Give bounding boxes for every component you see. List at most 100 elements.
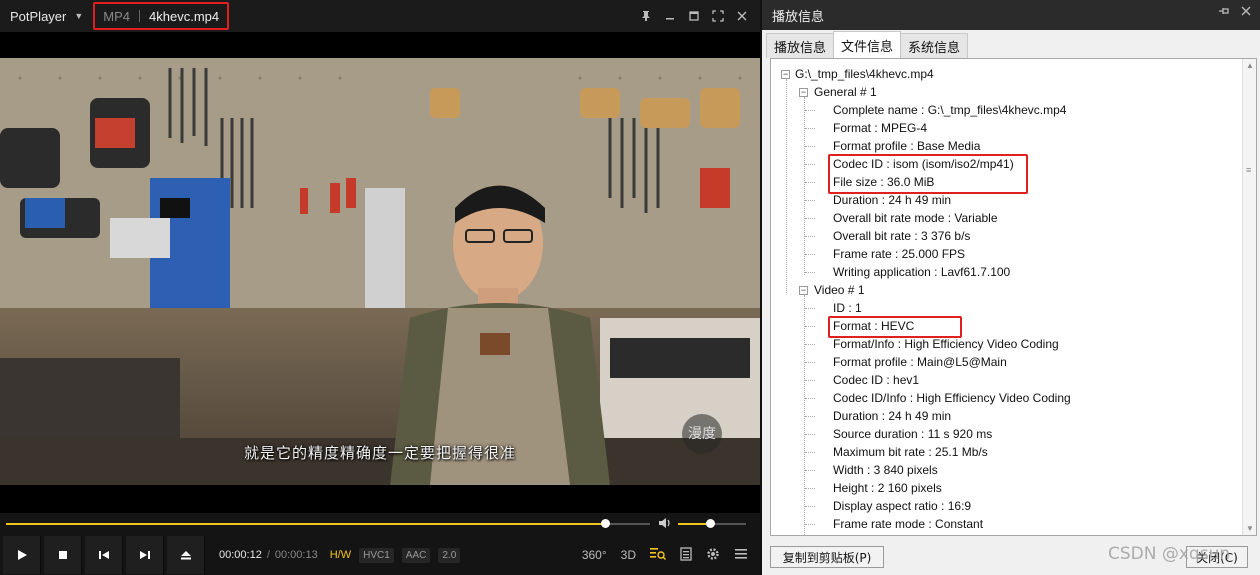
- play-icon: [17, 550, 27, 560]
- next-button[interactable]: [126, 536, 164, 574]
- control-bar: 00:00:12 / 00:00:13 H/W HVC1 AAC 2.0 360…: [0, 535, 760, 575]
- tree-item-label: Frame rate : 25.000 FPS: [833, 247, 966, 261]
- tree-item[interactable]: Frame rate : 25.000 FPS: [771, 245, 1241, 263]
- time-separator: /: [266, 549, 270, 561]
- tree-item-label: Overall bit rate mode : Variable: [833, 211, 998, 225]
- scroll-up-icon[interactable]: ▲: [1246, 61, 1254, 70]
- tree-item[interactable]: Source duration : 11 s 920 ms: [771, 425, 1241, 443]
- audio-codec-tag[interactable]: AAC: [401, 547, 431, 563]
- tree-item-label: Format profile : Main@L5@Main: [833, 355, 1007, 369]
- chevron-down-icon[interactable]: ▼: [74, 11, 83, 21]
- tree-root[interactable]: − G:\_tmp_files\4khevc.mp4: [771, 65, 1241, 83]
- tab-system-info[interactable]: 系统信息: [900, 33, 969, 58]
- tree-item-label: Display aspect ratio : 16:9: [833, 499, 972, 513]
- collapse-icon[interactable]: −: [781, 70, 790, 79]
- tab-playback-info[interactable]: 播放信息: [766, 33, 835, 58]
- speed-tag[interactable]: 2.0: [438, 547, 461, 563]
- tree-item-label: Frame rate mode : Constant: [833, 517, 984, 531]
- collapse-icon[interactable]: −: [799, 286, 808, 295]
- tree-item-label: Format profile : Base Media: [833, 139, 981, 153]
- tree-root-label: G:\_tmp_files\4khevc.mp4: [795, 67, 934, 81]
- eject-icon: [180, 551, 191, 560]
- tree-node-label: Video # 1: [814, 283, 865, 297]
- tree-item-label: Codec ID/Info : High Efficiency Video Co…: [833, 391, 1071, 405]
- previous-icon: [98, 551, 109, 559]
- playlist-icon[interactable]: [680, 546, 692, 564]
- right-controls: 360° 3D: [582, 535, 748, 575]
- 3d-button[interactable]: 3D: [621, 548, 636, 562]
- previous-button[interactable]: [85, 536, 123, 574]
- playlist-search-icon[interactable]: [650, 547, 666, 564]
- vr-360-button[interactable]: 360°: [582, 548, 607, 562]
- maximize-icon[interactable]: [684, 6, 704, 26]
- site-watermark: CSDN @xqsun: [1108, 544, 1231, 564]
- tree-scrollbar[interactable]: ▲ ≡ ▼: [1242, 59, 1256, 535]
- volume-icon[interactable]: [658, 516, 672, 533]
- tree-item[interactable]: Display aspect ratio : 16:9: [771, 497, 1241, 515]
- info-window-controls: [1216, 5, 1254, 20]
- pin-icon[interactable]: [1216, 5, 1232, 20]
- tree-item[interactable]: Overall bit rate : 3 376 b/s: [771, 227, 1241, 245]
- tree-item-label: Width : 3 840 pixels: [833, 463, 938, 477]
- tree-item-label: Codec ID : hev1: [833, 373, 920, 387]
- copy-to-clipboard-button[interactable]: 复制到剪贴板(P): [770, 546, 884, 568]
- collapse-icon[interactable]: −: [799, 88, 808, 97]
- hw-decode-toggle[interactable]: H/W: [330, 549, 351, 561]
- next-icon: [139, 551, 150, 559]
- app-menu-label[interactable]: PotPlayer: [10, 9, 66, 24]
- play-button[interactable]: [3, 536, 41, 574]
- stop-button[interactable]: [44, 536, 82, 574]
- tree-item[interactable]: Format profile : Base Media: [771, 137, 1241, 155]
- stop-icon: [58, 551, 67, 559]
- window-controls: [636, 0, 752, 32]
- tree-item[interactable]: Writing application : Lavf61.7.100: [771, 263, 1241, 281]
- tree-item[interactable]: ID : 1: [771, 299, 1241, 317]
- tree-item[interactable]: Duration : 24 h 49 min: [771, 407, 1241, 425]
- scroll-thumb-grip-icon[interactable]: ≡: [1246, 165, 1251, 175]
- video-subtitle: 就是它的精度精确度一定要把握得很准: [243, 444, 516, 462]
- tree-item[interactable]: Overall bit rate mode : Variable: [771, 209, 1241, 227]
- tree-item-label: Source duration : 11 s 920 ms: [833, 427, 993, 441]
- seek-bar[interactable]: [0, 513, 760, 535]
- tree-item[interactable]: Complete name : G:\_tmp_files\4khevc.mp4: [771, 101, 1241, 119]
- info-titlebar: 播放信息: [762, 0, 1260, 30]
- tab-file-info[interactable]: 文件信息: [833, 31, 902, 58]
- tree-item-label: Maximum bit rate : 25.1 Mb/s: [833, 445, 988, 459]
- video-scene: [0, 58, 760, 485]
- tree-item[interactable]: Width : 3 840 pixels: [771, 461, 1241, 479]
- volume-handle[interactable]: [705, 519, 715, 528]
- file-info-tree[interactable]: − G:\_tmp_files\4khevc.mp4 − General # 1…: [770, 58, 1257, 536]
- fullscreen-icon[interactable]: [708, 6, 728, 26]
- minimize-icon[interactable]: [660, 6, 680, 26]
- close-icon[interactable]: [732, 6, 752, 26]
- seek-handle[interactable]: [600, 519, 610, 528]
- scroll-down-icon[interactable]: ▼: [1246, 524, 1254, 533]
- tree-item[interactable]: Codec ID : hev1: [771, 371, 1241, 389]
- tree-item[interactable]: Codec ID/Info : High Efficiency Video Co…: [771, 389, 1241, 407]
- chip-divider: [139, 10, 141, 22]
- tree-item[interactable]: Format profile : Main@L5@Main: [771, 353, 1241, 371]
- time-current[interactable]: 00:00:12: [219, 549, 262, 561]
- menu-icon[interactable]: [734, 548, 748, 563]
- tree-node-general[interactable]: − General # 1: [771, 83, 1241, 101]
- seek-track[interactable]: [6, 519, 650, 528]
- volume-slider[interactable]: [678, 519, 746, 528]
- seek-progress-fill: [6, 523, 605, 525]
- video-frame[interactable]: 就是它的精度精确度一定要把握得很准 漫度: [0, 58, 760, 485]
- tree-item[interactable]: Height : 2 160 pixels: [771, 479, 1241, 497]
- tree-item-label: Complete name : G:\_tmp_files\4khevc.mp4: [833, 103, 1067, 117]
- close-icon[interactable]: [1238, 5, 1254, 20]
- time-total[interactable]: 00:00:13: [275, 549, 318, 561]
- tree-node-video[interactable]: − Video # 1: [771, 281, 1241, 299]
- info-panel-title: 播放信息: [772, 8, 825, 24]
- tree-item[interactable]: Maximum bit rate : 25.1 Mb/s: [771, 443, 1241, 461]
- gear-icon[interactable]: [706, 547, 720, 564]
- tree-content: − G:\_tmp_files\4khevc.mp4 − General # 1…: [771, 65, 1241, 535]
- player-window: PotPlayer ▼ MP4 4khevc.mp4 就是它的精度精确度一定要把…: [0, 0, 760, 575]
- tree-item[interactable]: Frame rate mode : Constant: [771, 515, 1241, 533]
- video-codec-tag[interactable]: HVC1: [359, 547, 394, 563]
- playback-info-panel: 播放信息 播放信息 文件信息 系统信息 − G:\_tmp_files\4khe…: [762, 0, 1260, 575]
- tree-item[interactable]: Format : MPEG-4: [771, 119, 1241, 137]
- eject-button[interactable]: [167, 536, 205, 574]
- pin-icon[interactable]: [636, 6, 656, 26]
